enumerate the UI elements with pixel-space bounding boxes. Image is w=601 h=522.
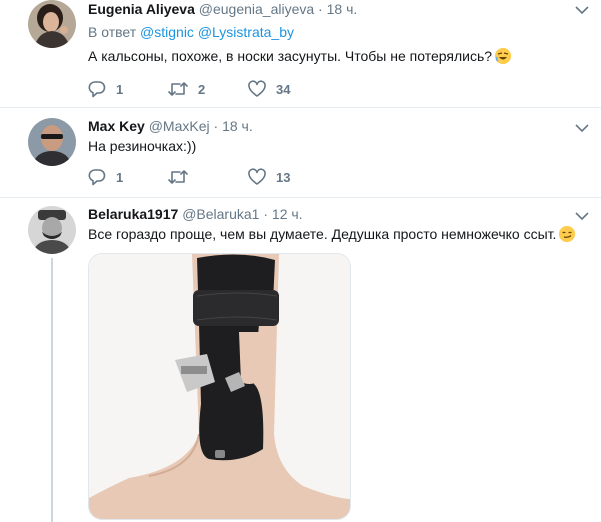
mention-link[interactable]: @stignic [140,24,194,40]
like-count: 34 [276,81,291,97]
like-button[interactable]: 34 [248,80,290,98]
like-icon [248,80,266,97]
tweet-1[interactable]: Eugenia Aliyeva @eugenia_aliyeva · 18 ч.… [0,0,601,107]
author-name[interactable]: Eugenia Aliyeva [88,1,195,17]
separator-dot: · [318,1,323,17]
tweet-media-photo[interactable] [88,253,351,520]
author-handle[interactable]: @Belaruka1 [182,206,259,222]
reply-prefix: В ответ [88,24,137,40]
tweet-header: Eugenia Aliyeva @eugenia_aliyeva · 18 ч. [88,1,357,17]
chevron-down-icon[interactable] [575,2,589,18]
retweet-button[interactable]: 2 [168,80,205,98]
tweet-text: Все гораздо проще, чем вы думаете. Дедуш… [88,226,576,242]
tweet-header: Max Key @MaxKej · 18 ч. [88,118,253,134]
separator-dot: · [213,118,219,134]
tweet-time[interactable]: 18 ч. [222,118,253,134]
like-button[interactable]: 13 [248,168,290,186]
tweet-text: На резиночках:)) [88,138,197,154]
reply-context: В ответ @stignic @Lysistrata_by [88,24,294,40]
like-count: 13 [276,169,291,185]
retweet-icon [168,170,188,184]
avatar-belaruka[interactable] [28,206,76,254]
reply-count: 1 [116,169,124,185]
reply-button[interactable]: 1 [88,80,123,98]
tweet-time[interactable]: 12 ч. [272,206,303,222]
tweet-time[interactable]: 18 ч. [327,1,358,17]
chevron-down-icon[interactable] [575,208,589,224]
retweet-icon [168,82,188,96]
retweet-button[interactable] [168,168,198,186]
smirking-face-emoji-icon [559,226,576,242]
avatar-maxkey[interactable] [28,118,76,166]
author-name[interactable]: Max Key [88,118,145,134]
tweet-text-content: А кальсоны, похоже, в носки засунуты. Чт… [88,48,493,64]
separator-dot: · [263,206,269,222]
tweet-text-content: Все гораздо проще, чем вы думаете. Дедуш… [88,226,557,242]
reply-button[interactable]: 1 [88,168,123,186]
retweet-count: 2 [198,81,206,97]
rolling-laughing-emoji-icon [495,48,512,64]
reply-count: 1 [116,81,124,97]
leg-holster-photo [89,254,350,519]
like-icon [248,168,266,185]
tweet-text: А кальсоны, похоже, в носки засунуты. Чт… [88,48,512,64]
tweet-header: Belaruka1917 @Belaruka1 · 12 ч. [88,206,303,222]
author-handle[interactable]: @MaxKej [149,118,210,134]
reply-icon [88,81,106,98]
avatar-eugenia[interactable] [28,0,76,48]
reply-icon [88,169,106,186]
author-handle[interactable]: @eugenia_aliyeva [199,1,314,17]
chevron-down-icon[interactable] [575,120,589,136]
tweet-2[interactable]: Max Key @MaxKej · 18 ч. На резиночках:))… [0,108,601,198]
mention-link[interactable]: @Lysistrata_by [198,24,294,40]
author-name[interactable]: Belaruka1917 [88,206,178,222]
